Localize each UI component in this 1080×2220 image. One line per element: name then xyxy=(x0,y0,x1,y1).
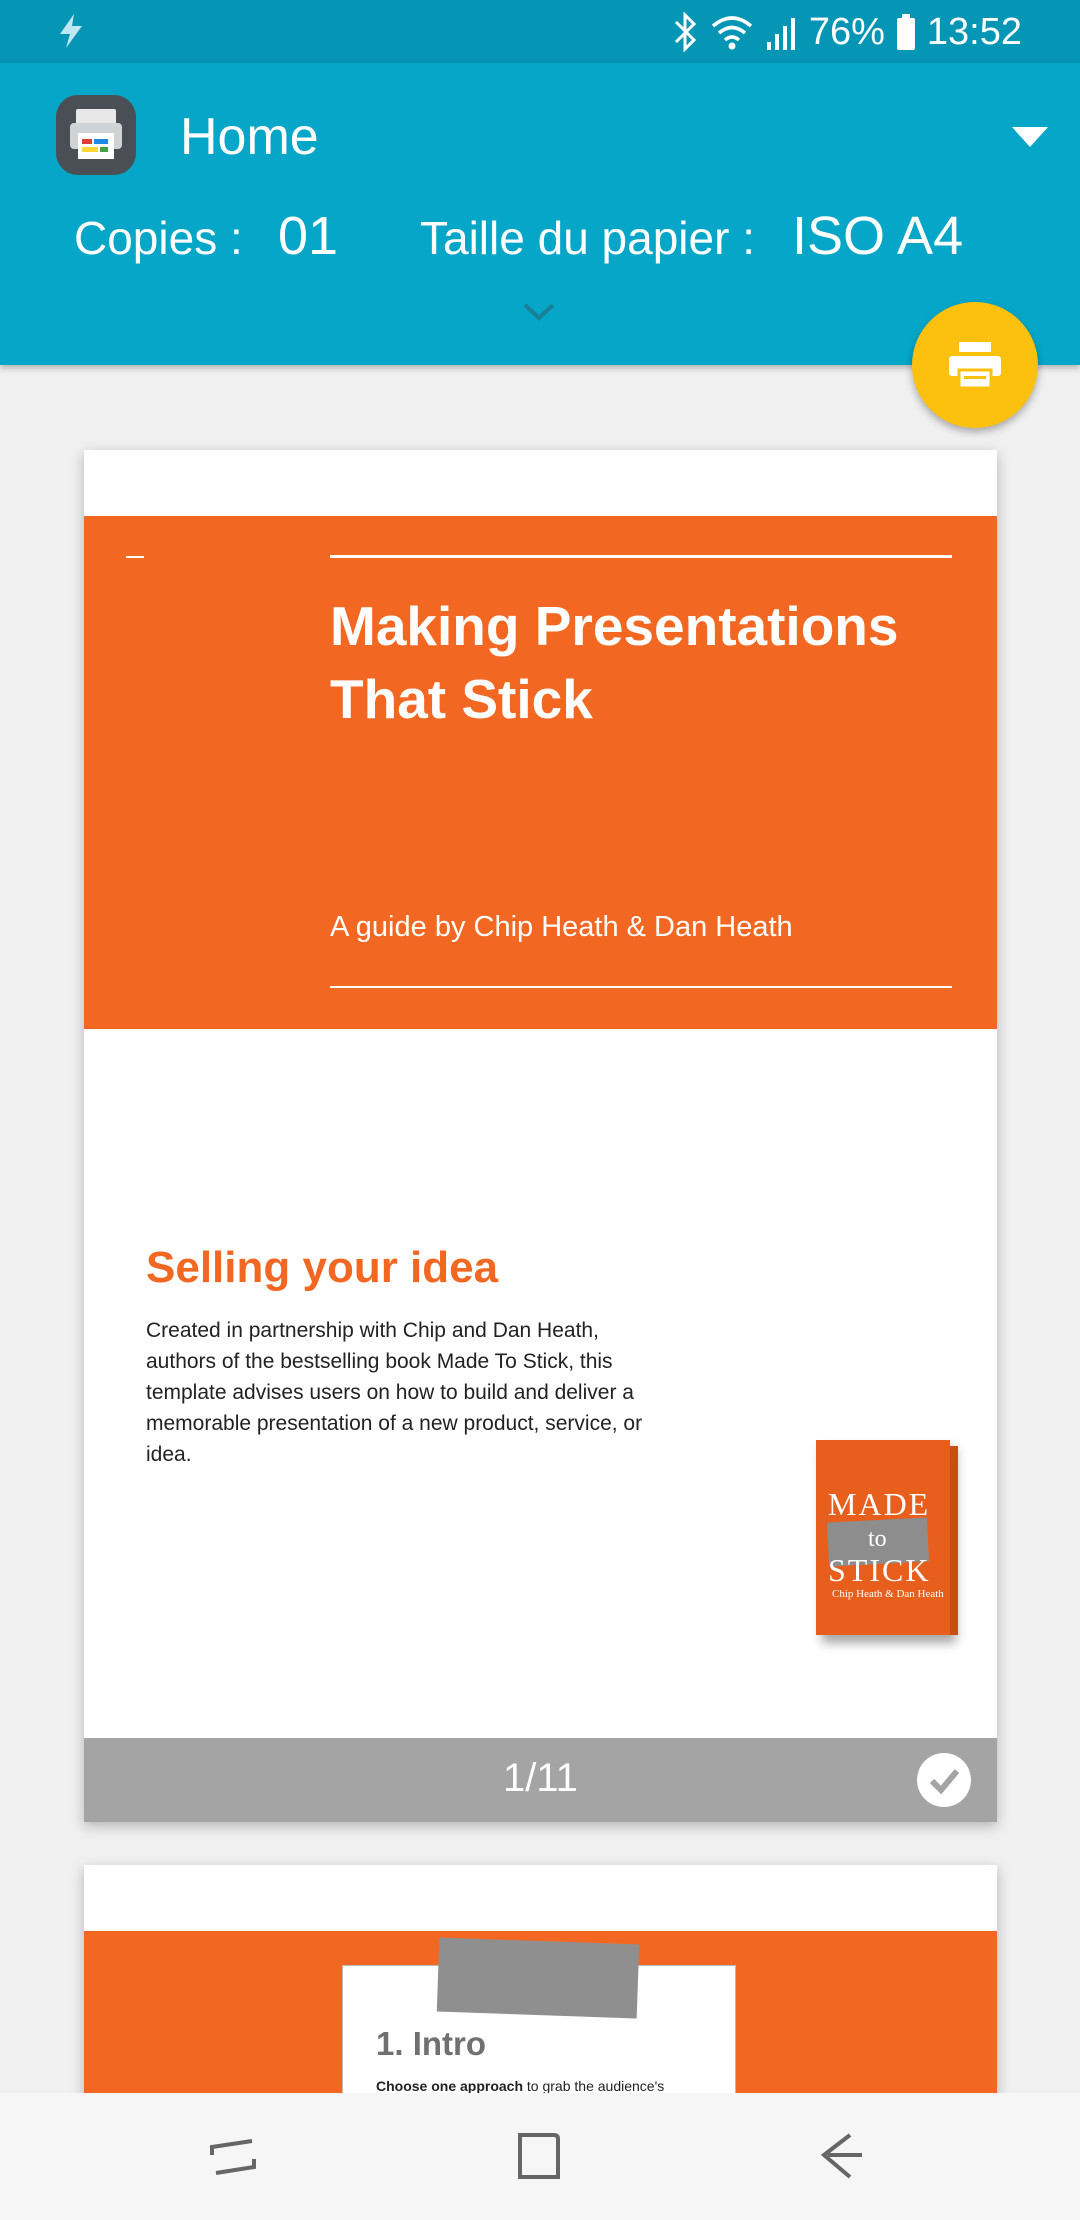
printer-app-icon xyxy=(56,95,136,175)
duct-tape xyxy=(436,1937,640,2019)
bluetooth-icon xyxy=(674,12,696,52)
slide-text: Choose one approach to grab the audience… xyxy=(376,2078,665,2093)
navigation-bar xyxy=(0,2093,1080,2220)
app-bar: Home Copies : 01 Taille du papier : ISO … xyxy=(0,63,1080,365)
preview-page-1[interactable]: Making Presentations That Stick A guide … xyxy=(84,450,997,1822)
chevron-down-icon[interactable] xyxy=(522,301,556,323)
clock: 13:52 xyxy=(926,10,1022,53)
print-preview[interactable]: Making Presentations That Stick A guide … xyxy=(0,365,1080,2093)
book-authors: Chip Heath & Dan Heath xyxy=(832,1588,944,1600)
battery-icon xyxy=(896,14,915,50)
page-number: 1/11 xyxy=(503,1756,578,1800)
dropdown-arrow-icon[interactable] xyxy=(1012,127,1048,147)
book-title-to: to xyxy=(868,1526,887,1552)
title-band: Making Presentations That Stick A guide … xyxy=(84,516,997,1029)
paper-size-label: Taille du papier : xyxy=(420,212,755,264)
divider xyxy=(330,986,952,988)
divider xyxy=(126,556,144,558)
book-cover-image: MADE to STICK Chip Heath & Dan Heath xyxy=(816,1440,958,1640)
section-body: Created in partnership with Chip and Dan… xyxy=(146,1319,643,1466)
slide-subtitle: A guide by Chip Heath & Dan Heath xyxy=(330,911,793,943)
back-icon[interactable] xyxy=(810,2127,870,2187)
page-footer: 1/11 xyxy=(84,1738,997,1822)
checkmark-icon[interactable] xyxy=(917,1753,971,1807)
home-icon[interactable] xyxy=(510,2127,570,2187)
recent-apps-icon[interactable] xyxy=(204,2127,264,2187)
book-title-stick: STICK xyxy=(828,1552,931,1588)
copies-label: Copies : xyxy=(74,212,243,264)
divider xyxy=(330,555,952,558)
paper-size-value[interactable]: ISO A4 xyxy=(792,205,963,267)
slide-title: Making Presentations That Stick xyxy=(330,595,899,730)
wifi-icon xyxy=(711,16,752,50)
copies-value[interactable]: 01 xyxy=(278,205,338,267)
slide-heading: 1. Intro xyxy=(376,2025,487,2062)
book-title-made: MADE xyxy=(828,1486,931,1522)
charging-bolt-icon xyxy=(60,14,82,48)
app-title[interactable]: Home xyxy=(180,107,319,167)
signal-icon xyxy=(766,18,795,50)
status-bar: 76% 13:52 xyxy=(0,0,1080,63)
battery-percent: 76% xyxy=(808,10,885,53)
section-heading: Selling your idea xyxy=(146,1243,499,1292)
preview-page-2[interactable]: 1. Intro Choose one approach to grab the… xyxy=(84,1865,997,2093)
